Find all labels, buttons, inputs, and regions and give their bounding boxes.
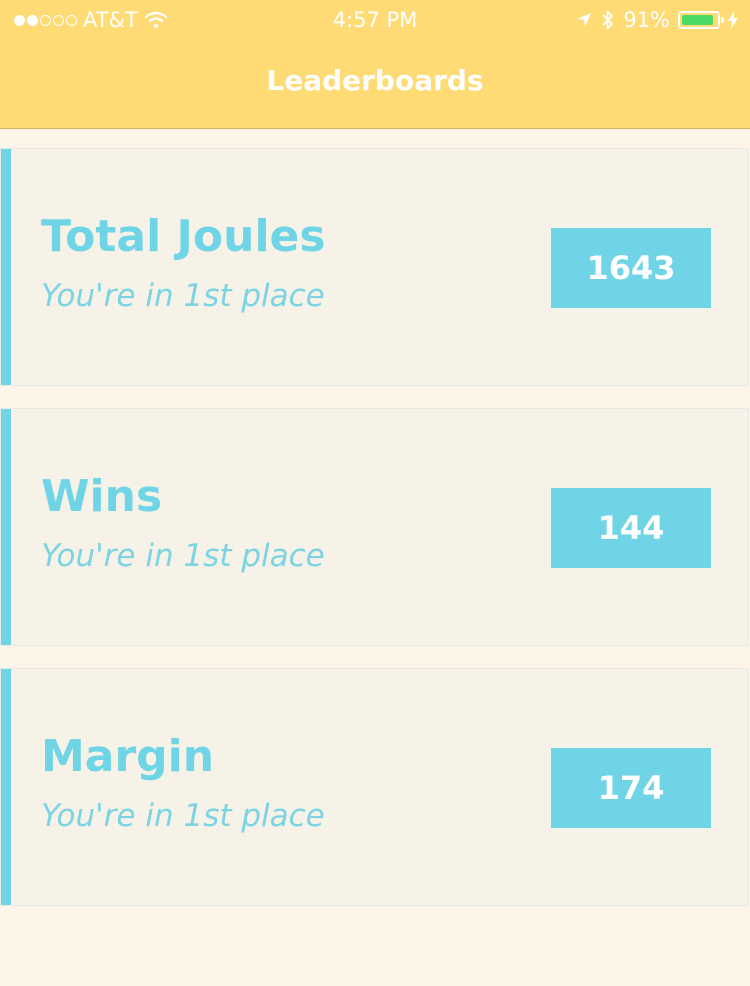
battery-fill [682,15,713,25]
top-bar: AT&T 4:57 PM 91% Leaderboards [0,0,750,129]
card-accent-bar [1,149,11,385]
leaderboard-score-badge: 144 [551,488,711,568]
battery-percent: 91% [623,8,670,32]
leaderboard-score-badge: 174 [551,748,711,828]
location-arrow-icon [577,13,592,27]
leaderboard-score-badge: 1643 [551,228,711,308]
charging-bolt-icon [728,11,738,29]
leaderboard-rank: You're in 1st place [41,278,325,314]
status-right: 91% [575,8,738,32]
leaderboard-title: Margin [41,731,215,782]
leaderboard-rank: You're in 1st place [41,798,325,834]
leaderboard-title: Wins [41,471,163,522]
page-title: Leaderboards [266,64,484,97]
battery-icon [678,11,724,29]
leaderboard-rank: You're in 1st place [41,538,325,574]
leaderboard-card-margin[interactable]: Margin You're in 1st place 174 [0,668,749,906]
leaderboard-card-wins[interactable]: Wins You're in 1st place 144 [0,408,749,646]
leaderboard-title: Total Joules [41,211,326,262]
card-accent-bar [1,669,11,905]
leaderboard-card-total-joules[interactable]: Total Joules You're in 1st place 1643 [0,148,749,386]
card-accent-bar [1,409,11,645]
status-bar: AT&T 4:57 PM 91% [0,0,750,40]
bluetooth-icon [602,10,614,30]
